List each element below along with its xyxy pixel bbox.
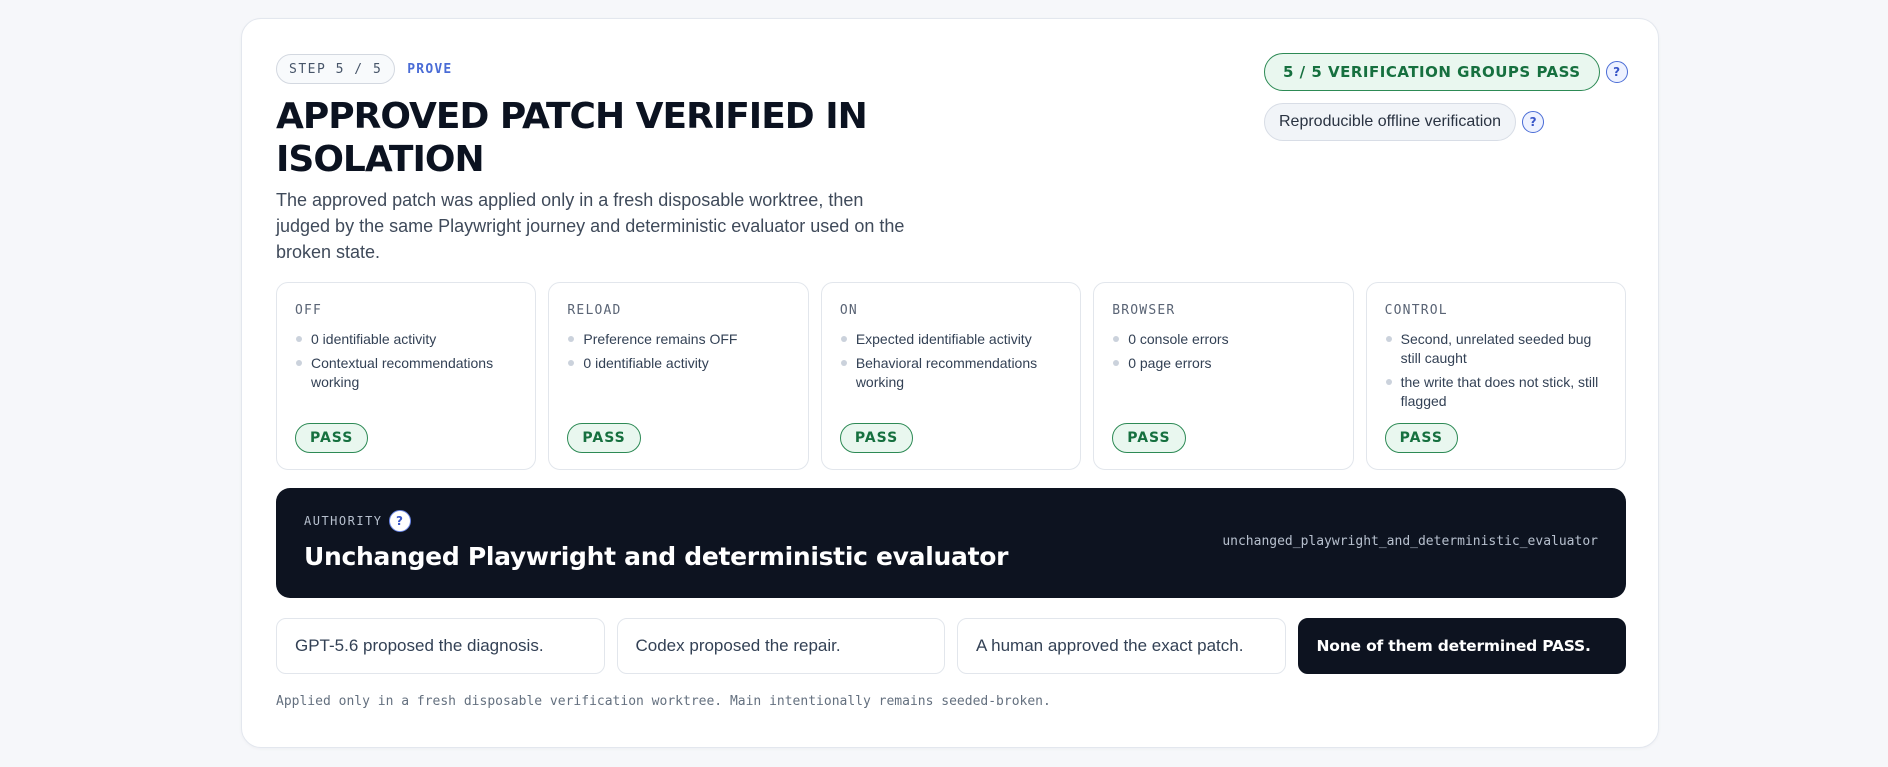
group-item: the write that does not stick, still fla… <box>1385 373 1607 411</box>
pass-badge: PASS <box>295 423 369 453</box>
group-item: Preference remains OFF <box>567 330 789 349</box>
page-title: APPROVED PATCH VERIFIED IN ISOLATION <box>276 96 868 180</box>
actor-statements: GPT-5.6 proposed the diagnosis. Codex pr… <box>276 618 1626 674</box>
authority-label: AUTHORITY <box>304 514 383 528</box>
actor-card-diagnosis: GPT-5.6 proposed the diagnosis. <box>276 618 605 674</box>
authority-code: unchanged_playwright_and_deterministic_e… <box>1222 534 1598 549</box>
group-item: 0 identifiable activity <box>567 354 789 373</box>
help-icon[interactable]: ? <box>1605 61 1628 83</box>
group-card-browser: BROWSER 0 console errors 0 page errors P… <box>1093 282 1354 470</box>
actor-card-repair: Codex proposed the repair. <box>616 618 945 674</box>
actor-card-verdict: None of them determined PASS. <box>1297 618 1626 674</box>
group-card-control: CONTROL Second, unrelated seeded bug sti… <box>1365 282 1627 470</box>
help-icon[interactable]: ? <box>388 510 411 532</box>
verification-groups: OFF 0 identifiable activity Contextual r… <box>276 282 1627 470</box>
group-item: 0 console errors <box>1112 330 1334 349</box>
authority-title: Unchanged Playwright and deterministic e… <box>304 542 1009 571</box>
pass-badge: PASS <box>1384 423 1458 453</box>
authority-panel: AUTHORITY ? Unchanged Playwright and det… <box>276 488 1626 598</box>
group-item: Behavioral recommendations working <box>840 354 1062 392</box>
group-card-on: ON Expected identifiable activity Behavi… <box>820 282 1082 470</box>
offline-verification-badge: Reproducible offline verification <box>1264 103 1517 141</box>
group-label: CONTROL <box>1384 303 1448 318</box>
step-indicator: STEP 5 / 5 PROVE <box>276 54 452 84</box>
status-badges: 5 / 5 VERIFICATION GROUPS PASS ? Reprodu… <box>1264 53 1628 153</box>
group-label: BROWSER <box>1112 303 1176 318</box>
group-label: RELOAD <box>567 303 622 318</box>
phase-label: PROVE <box>407 61 453 77</box>
page-description: The approved patch was applied only in a… <box>276 190 905 262</box>
footnote: Applied only in a fresh disposable verif… <box>276 694 1051 709</box>
pass-badge: PASS <box>1112 423 1186 453</box>
verification-status-badge: 5 / 5 VERIFICATION GROUPS PASS <box>1264 53 1600 91</box>
group-item: 0 page errors <box>1112 354 1334 373</box>
group-item: 0 identifiable activity <box>295 330 517 349</box>
actor-card-approval: A human approved the exact patch. <box>957 618 1286 674</box>
step-pill: STEP 5 / 5 <box>276 54 396 84</box>
group-item: Expected identifiable activity <box>840 330 1062 349</box>
group-label: ON <box>839 303 858 318</box>
group-label: OFF <box>295 303 323 318</box>
help-icon[interactable]: ? <box>1522 111 1545 133</box>
pass-badge: PASS <box>839 423 914 453</box>
pass-badge: PASS <box>567 423 641 453</box>
group-card-reload: RELOAD Preference remains OFF 0 identifi… <box>548 282 809 470</box>
verification-card: STEP 5 / 5 PROVE APPROVED PATCH VERIFIED… <box>241 18 1659 748</box>
group-item: Second, unrelated seeded bug still caugh… <box>1385 330 1607 368</box>
group-card-off: OFF 0 identifiable activity Contextual r… <box>276 282 537 470</box>
group-item: Contextual recommendations working <box>295 354 517 392</box>
